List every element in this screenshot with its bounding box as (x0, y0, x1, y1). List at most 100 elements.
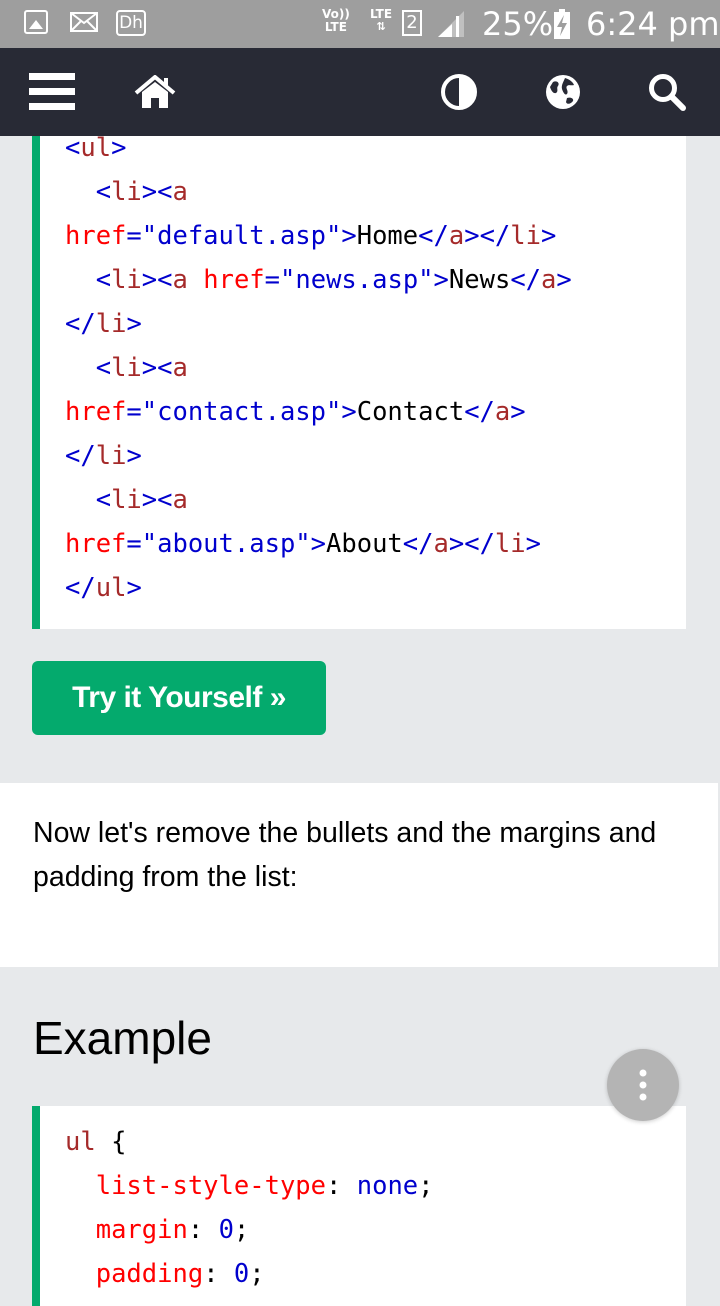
code-line: ul { (65, 1120, 676, 1164)
code-token: Home (356, 221, 419, 251)
code-token: ="about.asp" (126, 529, 311, 559)
more-options-button[interactable] (607, 1049, 679, 1121)
description-text: Now let's remove the bullets and the mar… (33, 817, 657, 893)
gallery-notification-icon (24, 10, 48, 34)
code-token: >< (141, 485, 173, 515)
code-token: >< (141, 353, 173, 383)
code-token: ></ (464, 221, 511, 251)
code-token: a (494, 397, 511, 427)
code-line: href="default.asp">Home</a></li> (65, 214, 676, 258)
code-token: Contact (356, 397, 465, 427)
code-token: > (126, 441, 142, 471)
code-example-html: <ul> <li><a href="default.asp">Home</a></… (32, 133, 686, 629)
code-token: : (187, 1215, 219, 1245)
code-token: > (510, 397, 526, 427)
code-token: < (95, 353, 112, 383)
search-button[interactable] (632, 48, 702, 136)
sim-slot-badge: 2 (402, 10, 422, 36)
dh-app-icon: Dh (116, 10, 146, 36)
code-token: News (448, 265, 511, 295)
code-line: href="contact.asp">Contact</a> (65, 390, 676, 434)
code-token: > (556, 265, 572, 295)
code-token: li (111, 265, 142, 295)
code-content: ul { list-style-type: none; margin: 0; p… (65, 1120, 676, 1296)
code-token: < (95, 265, 112, 295)
battery-charging-icon (554, 9, 570, 39)
code-token: href (65, 221, 127, 251)
code-token: > (433, 265, 449, 295)
code-token: li (111, 177, 142, 207)
code-line: <li><a (65, 170, 676, 214)
signal-icon (438, 11, 464, 37)
code-token: a (172, 177, 188, 207)
code-token: ; (418, 1171, 434, 1201)
code-token: </ (402, 529, 434, 559)
contrast-icon (441, 74, 477, 110)
home-button[interactable] (118, 48, 192, 136)
code-token: li (95, 309, 127, 339)
code-token: ; (233, 1215, 250, 1245)
code-token: ul (80, 133, 112, 163)
code-line: </li> (65, 434, 676, 478)
code-line: <ul> (65, 126, 676, 170)
code-token: ="contact.asp" (126, 397, 342, 427)
code-token: > (111, 133, 127, 163)
code-token: { (95, 1127, 127, 1157)
volte-indicator: Vo)) LTE (322, 8, 350, 34)
code-token: list-style-type (95, 1171, 327, 1201)
code-token: > (126, 309, 142, 339)
description-panel: Now let's remove the bullets and the mar… (0, 783, 718, 967)
code-token: </ (464, 397, 495, 427)
code-token: a (448, 221, 465, 251)
code-token: > (525, 529, 541, 559)
code-token: li (95, 441, 127, 471)
code-token: > (341, 397, 357, 427)
code-line: </li> (65, 302, 676, 346)
code-token: a (541, 265, 557, 295)
code-token: 0 (218, 1215, 234, 1245)
code-token: a (172, 353, 188, 383)
battery-percent: 25% (482, 5, 554, 43)
code-token: ul (65, 1127, 96, 1157)
code-token: li (111, 485, 142, 515)
code-token: li (494, 529, 526, 559)
mail-notification-icon (70, 12, 98, 32)
code-token: > (126, 573, 142, 603)
menu-button[interactable] (18, 48, 86, 136)
code-line: href="about.asp">About</a></li> (65, 522, 676, 566)
home-icon (134, 75, 176, 108)
volte-bottom-label: LTE (324, 20, 347, 34)
code-token: < (95, 485, 112, 515)
code-line: </ul> (65, 566, 676, 610)
code-token: ></ (448, 529, 495, 559)
code-token: : (326, 1171, 357, 1201)
code-token: a (433, 529, 449, 559)
code-token: margin (95, 1215, 188, 1245)
code-token: < (95, 177, 112, 207)
menu-icon (29, 73, 75, 110)
language-button[interactable] (528, 48, 598, 136)
code-token: li (510, 221, 541, 251)
more-vertical-icon (639, 1069, 647, 1101)
dark-mode-toggle[interactable] (424, 48, 494, 136)
try-it-yourself-button[interactable]: Try it Yourself » (32, 661, 326, 735)
code-example-css: ul { list-style-type: none; margin: 0; p… (32, 1106, 686, 1306)
clock: 6:24 pm (586, 5, 720, 43)
code-token: > (310, 529, 327, 559)
code-token: </ (418, 221, 449, 251)
example-heading: Example (33, 1012, 212, 1064)
code-token: li (111, 353, 142, 383)
code-token: > (341, 221, 357, 251)
code-token: ="news.asp" (264, 265, 434, 295)
code-token: </ (65, 441, 96, 471)
code-token: href (203, 265, 265, 295)
code-token: >< (141, 265, 173, 295)
code-line: <li><a (65, 478, 676, 522)
search-icon (649, 74, 686, 111)
code-token: ; (249, 1259, 265, 1289)
